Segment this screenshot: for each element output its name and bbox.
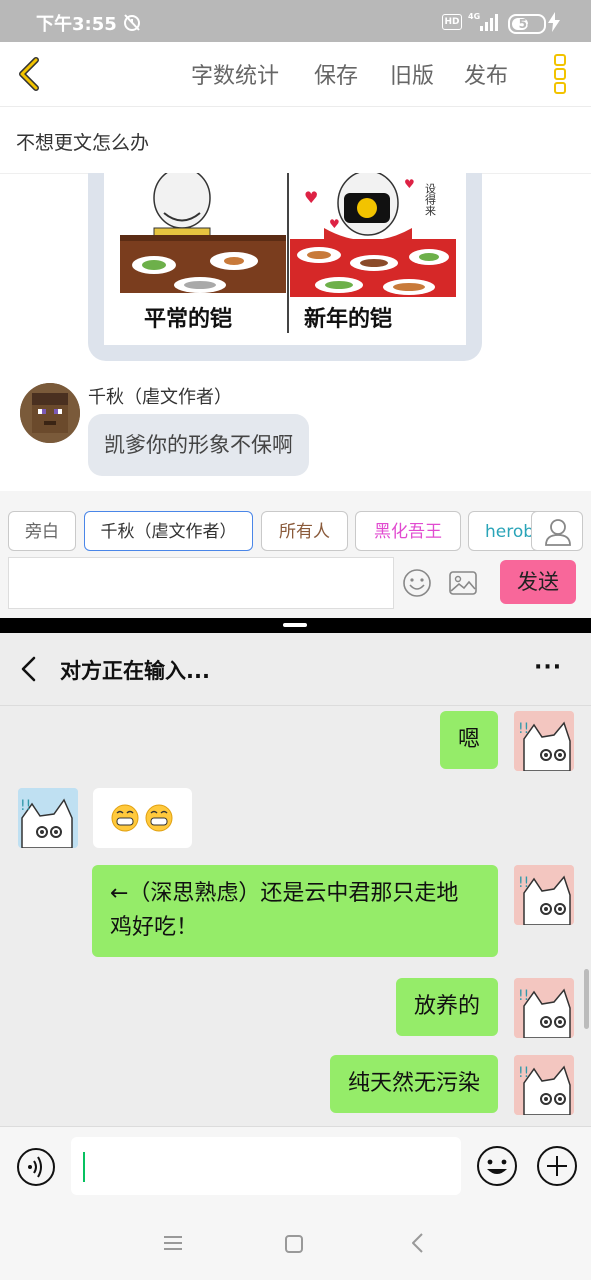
plus-icon[interactable] <box>536 1145 578 1187</box>
svg-text:!!: !! <box>518 1065 529 1081</box>
chat-input-bar <box>0 1126 591 1211</box>
cat-avatar-image: !! <box>18 788 78 848</box>
add-role-button[interactable] <box>531 511 583 551</box>
svg-text:4G: 4G <box>468 12 480 21</box>
meme-right-caption: 新年的铠 <box>304 306 392 332</box>
message-bubble-sent[interactable]: 纯天然无污染 <box>329 1055 498 1113</box>
avatar-image <box>20 383 80 443</box>
save-button[interactable]: 保存 <box>314 58 358 90</box>
meme-vertical-text: 设得来 <box>424 183 437 216</box>
my-avatar[interactable]: !! <box>514 978 574 1038</box>
message-bubble-sent[interactable]: 嗯 <box>439 711 498 769</box>
role-chip-qianqiu[interactable]: 千秋（虐文作者） <box>84 511 253 551</box>
author-name: 千秋（虐文作者） <box>88 387 232 408</box>
role-chip-all[interactable]: 所有人 <box>261 511 348 551</box>
more-icon[interactable] <box>548 52 572 96</box>
author-message-text: 凯爹你的形象不保啊 <box>104 433 293 457</box>
message-bubble-sent[interactable]: 放养的 <box>395 978 498 1036</box>
status-bar: 下午3:55 HD 4G 54 <box>0 0 591 42</box>
my-avatar[interactable]: !! <box>514 865 574 925</box>
battery-level: 54 <box>518 17 536 31</box>
chat-message-input[interactable] <box>71 1137 461 1195</box>
my-avatar[interactable]: !! <box>514 1055 574 1115</box>
old-version-button[interactable]: 旧版 <box>390 58 434 90</box>
back-icon[interactable] <box>18 655 40 683</box>
scrollbar[interactable] <box>584 969 589 1029</box>
voice-icon[interactable] <box>16 1147 56 1187</box>
role-selector-bar: 旁白 千秋（虐文作者） 所有人 黑化吾王 herob 发送 <box>0 491 591 618</box>
menu-icon[interactable] <box>163 1234 183 1252</box>
text-caret <box>83 1152 85 1182</box>
more-icon[interactable]: ··· <box>534 655 562 680</box>
message-bubble-received[interactable] <box>93 788 192 848</box>
role-chip-narrator[interactable]: 旁白 <box>8 511 76 551</box>
system-nav-bar <box>0 1210 591 1280</box>
status-time: 下午3:55 <box>36 14 117 35</box>
svg-text:♥: ♥ <box>304 188 318 207</box>
cat-avatar-image: !! <box>514 865 574 925</box>
smiley-icon[interactable] <box>476 1145 518 1187</box>
author-avatar[interactable] <box>20 383 80 443</box>
doc-title-bar[interactable]: 不想更文怎么办 <box>0 107 591 174</box>
meme-image: 平常的铠 ♥ ♥ ♥ 设得来 新年的铠 <box>104 173 466 345</box>
chat-header: 对方正在输入... ··· <box>0 633 591 706</box>
word-count-button[interactable]: 字数统计 <box>191 58 279 90</box>
role-chip-dark-king[interactable]: 黑化吾王 <box>355 511 461 551</box>
doc-title: 不想更文怎么办 <box>16 132 150 154</box>
svg-text:!!: !! <box>518 721 529 737</box>
back-icon[interactable] <box>10 54 50 94</box>
grin-emoji <box>111 804 173 832</box>
svg-text:♥: ♥ <box>329 217 340 231</box>
svg-text:!!: !! <box>20 798 31 814</box>
send-button[interactable]: 发送 <box>500 560 576 604</box>
meme-left-caption: 平常的铠 <box>144 306 232 332</box>
charging-icon <box>548 12 560 32</box>
split-screen-divider[interactable] <box>0 618 591 633</box>
wechat-chat: 对方正在输入... ··· 嗯 !! !! ←（深思熟虑）还是云中君那只走地鸡好… <box>0 633 591 1211</box>
image-icon[interactable] <box>448 569 478 597</box>
editor-toolbar: 字数统计 保存 旧版 发布 <box>0 42 591 107</box>
person-icon <box>545 519 571 546</box>
meme-card[interactable]: 平常的铠 ♥ ♥ ♥ 设得来 新年的铠 <box>88 173 482 361</box>
contact-avatar[interactable]: !! <box>18 788 78 848</box>
battery-icon: 54 <box>508 14 546 34</box>
svg-text:♥: ♥ <box>404 177 415 191</box>
cat-avatar-image: !! <box>514 978 574 1038</box>
home-icon[interactable] <box>284 1234 304 1254</box>
smiley-icon[interactable] <box>402 568 432 598</box>
svg-text:!!: !! <box>518 875 529 891</box>
svg-text:!!: !! <box>518 988 529 1004</box>
alarm-off-icon <box>124 14 140 31</box>
author-message-bubble[interactable]: 凯爹你的形象不保啊 <box>88 414 309 476</box>
editor-message-input[interactable] <box>8 557 394 609</box>
cat-avatar-image: !! <box>514 711 574 771</box>
cat-avatar-image: !! <box>514 1055 574 1115</box>
nav-back-icon[interactable] <box>410 1232 426 1254</box>
chat-title: 对方正在输入... <box>60 659 210 683</box>
my-avatar[interactable]: !! <box>514 711 574 771</box>
split-handle[interactable] <box>283 623 307 627</box>
message-bubble-sent[interactable]: ←（深思熟虑）还是云中君那只走地鸡好吃！ <box>92 865 498 957</box>
hd-badge: HD <box>442 14 462 30</box>
signal-icon: 4G <box>468 12 498 31</box>
publish-button[interactable]: 发布 <box>464 58 508 90</box>
